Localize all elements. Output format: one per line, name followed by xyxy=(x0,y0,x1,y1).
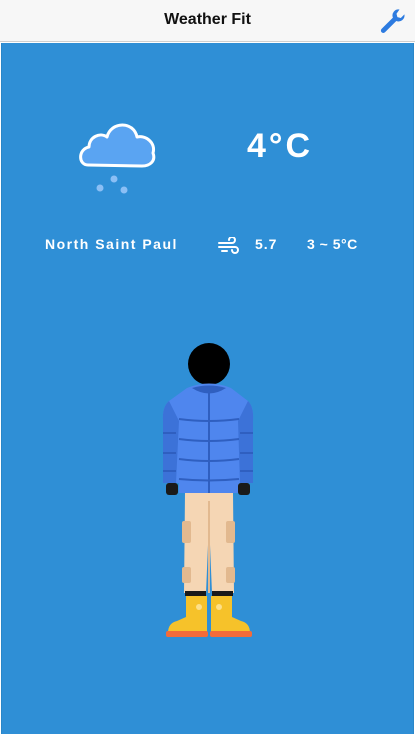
outfit-figure xyxy=(162,343,254,637)
puffer-jacket xyxy=(162,383,254,493)
rain-boots xyxy=(166,596,252,637)
app-bar: Weather Fit xyxy=(0,0,415,42)
avatar-head xyxy=(188,343,230,385)
app-title: Weather Fit xyxy=(164,11,251,28)
wind-speed: 5.7 xyxy=(255,236,278,252)
temperature-range: 3 ~ 5°C xyxy=(307,236,358,252)
cargo-pants xyxy=(182,493,235,596)
cloud-snow-icon xyxy=(79,123,156,194)
settings-button[interactable] xyxy=(377,6,407,36)
wind-icon xyxy=(218,237,239,254)
location-label: North Saint Paul xyxy=(45,236,178,252)
current-temperature: 4°C xyxy=(247,127,314,165)
weather-panel: 4°C North Saint Paul 5.7 3 ~ 5°C xyxy=(1,43,414,734)
wrench-icon xyxy=(380,9,405,34)
